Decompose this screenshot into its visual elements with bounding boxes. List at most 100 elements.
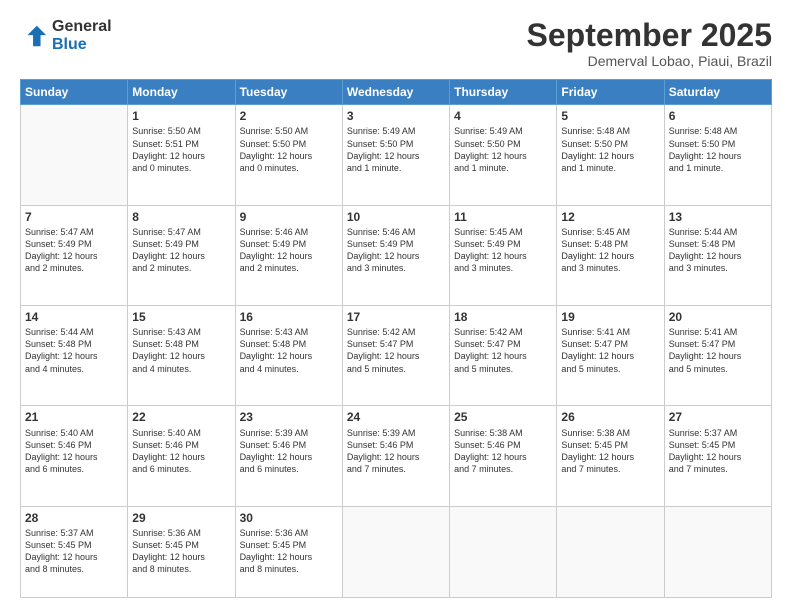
col-saturday: Saturday <box>664 80 771 105</box>
day-number: 25 <box>454 409 552 425</box>
calendar-week-4: 28Sunrise: 5:37 AMSunset: 5:45 PMDayligh… <box>21 506 772 597</box>
calendar-cell: 25 Sunrise: 5:38 AMSunset: 5:46 PMDayligh… <box>450 406 557 506</box>
day-number: 17 <box>347 309 445 325</box>
col-sunday: Sunday <box>21 80 128 105</box>
calendar-cell: 9Sunrise: 5:46 AMSunset: 5:49 PMDaylight… <box>235 205 342 305</box>
day-number: 14 <box>25 309 123 325</box>
cell-info: Sunrise: 5:50 AMSunset: 5:50 PMDaylight:… <box>240 125 338 174</box>
calendar-cell: 8Sunrise: 5:47 AMSunset: 5:49 PMDaylight… <box>128 205 235 305</box>
calendar-cell: 15Sunrise: 5:43 AMSunset: 5:48 PMDayligh… <box>128 305 235 405</box>
col-tuesday: Tuesday <box>235 80 342 105</box>
calendar-cell: 29Sunrise: 5:36 AMSunset: 5:45 PMDayligh… <box>128 506 235 597</box>
page: General Blue September 2025 Demerval Lob… <box>0 0 792 612</box>
logo-blue-text: Blue <box>52 36 112 54</box>
calendar-body: 1Sunrise: 5:50 AMSunset: 5:51 PMDaylight… <box>21 105 772 598</box>
cell-info: Sunrise: 5:37 AMSunset: 5:45 PMDaylight:… <box>669 427 767 476</box>
cell-info: Sunrise: 5:47 AMSunset: 5:49 PMDaylight:… <box>132 226 230 275</box>
calendar-cell: 23 Sunrise: 5:39 AMSunset: 5:46 PMDayligh… <box>235 406 342 506</box>
cell-info: Sunrise: 5:45 AMSunset: 5:49 PMDaylight:… <box>454 226 552 275</box>
cell-info: Sunrise: 5:43 AMSunset: 5:48 PMDaylight:… <box>132 326 230 375</box>
calendar-cell: 26 Sunrise: 5:38 AMSunset: 5:45 PMDayligh… <box>557 406 664 506</box>
title-section: September 2025 Demerval Lobao, Piaui, Br… <box>527 18 772 69</box>
calendar-cell: 20Sunrise: 5:41 AMSunset: 5:47 PMDayligh… <box>664 305 771 405</box>
calendar-cell: 27 Sunrise: 5:37 AMSunset: 5:45 PMDayligh… <box>664 406 771 506</box>
day-number: 6 <box>669 108 767 124</box>
day-number: 21 <box>25 409 123 425</box>
calendar-cell <box>342 506 449 597</box>
day-number: 22 <box>132 409 230 425</box>
col-friday: Friday <box>557 80 664 105</box>
cell-info: Sunrise: 5:49 AMSunset: 5:50 PMDaylight:… <box>454 125 552 174</box>
cell-info: Sunrise: 5:37 AMSunset: 5:45 PMDaylight:… <box>25 527 123 576</box>
calendar-cell: 24 Sunrise: 5:39 AMSunset: 5:46 PMDayligh… <box>342 406 449 506</box>
calendar-cell: 1Sunrise: 5:50 AMSunset: 5:51 PMDaylight… <box>128 105 235 205</box>
calendar-cell: 17Sunrise: 5:42 AMSunset: 5:47 PMDayligh… <box>342 305 449 405</box>
month-title: September 2025 <box>527 18 772 53</box>
calendar-cell: 21Sunrise: 5:40 AMSunset: 5:46 PMDayligh… <box>21 406 128 506</box>
day-number: 3 <box>347 108 445 124</box>
day-number: 4 <box>454 108 552 124</box>
header: General Blue September 2025 Demerval Lob… <box>20 18 772 69</box>
day-number: 20 <box>669 309 767 325</box>
cell-info: Sunrise: 5:49 AMSunset: 5:50 PMDaylight:… <box>347 125 445 174</box>
cell-info: Sunrise: 5:43 AMSunset: 5:48 PMDaylight:… <box>240 326 338 375</box>
day-number: 9 <box>240 209 338 225</box>
cell-info: Sunrise: 5:42 AMSunset: 5:47 PMDaylight:… <box>454 326 552 375</box>
day-number: 10 <box>347 209 445 225</box>
day-number: 13 <box>669 209 767 225</box>
cell-info: Sunrise: 5:47 AMSunset: 5:49 PMDaylight:… <box>25 226 123 275</box>
calendar-cell: 12Sunrise: 5:45 AMSunset: 5:48 PMDayligh… <box>557 205 664 305</box>
day-number: 18 <box>454 309 552 325</box>
cell-info: Sunrise: 5:36 AMSunset: 5:45 PMDaylight:… <box>240 527 338 576</box>
day-number: 1 <box>132 108 230 124</box>
day-number: 11 <box>454 209 552 225</box>
day-number: 28 <box>25 510 123 526</box>
col-thursday: Thursday <box>450 80 557 105</box>
calendar-header-row: Sunday Monday Tuesday Wednesday Thursday… <box>21 80 772 105</box>
calendar-cell: 16Sunrise: 5:43 AMSunset: 5:48 PMDayligh… <box>235 305 342 405</box>
day-number: 2 <box>240 108 338 124</box>
day-number: 15 <box>132 309 230 325</box>
col-monday: Monday <box>128 80 235 105</box>
col-wednesday: Wednesday <box>342 80 449 105</box>
cell-info: Sunrise: 5:39 AMSunset: 5:46 PMDaylight:… <box>240 427 338 476</box>
calendar-cell: 18Sunrise: 5:42 AMSunset: 5:47 PMDayligh… <box>450 305 557 405</box>
cell-info: Sunrise: 5:36 AMSunset: 5:45 PMDaylight:… <box>132 527 230 576</box>
calendar-cell: 22Sunrise: 5:40 AMSunset: 5:46 PMDayligh… <box>128 406 235 506</box>
day-number: 30 <box>240 510 338 526</box>
calendar-cell: 28Sunrise: 5:37 AMSunset: 5:45 PMDayligh… <box>21 506 128 597</box>
subtitle: Demerval Lobao, Piaui, Brazil <box>527 53 772 69</box>
logo: General Blue <box>20 18 112 53</box>
cell-info: Sunrise: 5:42 AMSunset: 5:47 PMDaylight:… <box>347 326 445 375</box>
cell-info: Sunrise: 5:44 AMSunset: 5:48 PMDaylight:… <box>669 226 767 275</box>
logo-icon <box>20 22 48 50</box>
day-number: 27 <box>669 409 767 425</box>
cell-info: Sunrise: 5:38 AMSunset: 5:46 PMDaylight:… <box>454 427 552 476</box>
calendar-week-0: 1Sunrise: 5:50 AMSunset: 5:51 PMDaylight… <box>21 105 772 205</box>
calendar-week-3: 21Sunrise: 5:40 AMSunset: 5:46 PMDayligh… <box>21 406 772 506</box>
cell-info: Sunrise: 5:41 AMSunset: 5:47 PMDaylight:… <box>669 326 767 375</box>
cell-info: Sunrise: 5:44 AMSunset: 5:48 PMDaylight:… <box>25 326 123 375</box>
day-number: 24 <box>347 409 445 425</box>
calendar-cell <box>557 506 664 597</box>
logo-general-text: General <box>52 18 112 36</box>
day-number: 23 <box>240 409 338 425</box>
cell-info: Sunrise: 5:50 AMSunset: 5:51 PMDaylight:… <box>132 125 230 174</box>
calendar-cell: 6Sunrise: 5:48 AMSunset: 5:50 PMDaylight… <box>664 105 771 205</box>
logo-text: General Blue <box>52 18 112 53</box>
cell-info: Sunrise: 5:38 AMSunset: 5:45 PMDaylight:… <box>561 427 659 476</box>
day-number: 26 <box>561 409 659 425</box>
day-number: 5 <box>561 108 659 124</box>
calendar-cell: 10Sunrise: 5:46 AMSunset: 5:49 PMDayligh… <box>342 205 449 305</box>
day-number: 19 <box>561 309 659 325</box>
calendar-cell: 7Sunrise: 5:47 AMSunset: 5:49 PMDaylight… <box>21 205 128 305</box>
cell-info: Sunrise: 5:46 AMSunset: 5:49 PMDaylight:… <box>240 226 338 275</box>
cell-info: Sunrise: 5:39 AMSunset: 5:46 PMDaylight:… <box>347 427 445 476</box>
calendar-cell <box>21 105 128 205</box>
cell-info: Sunrise: 5:48 AMSunset: 5:50 PMDaylight:… <box>669 125 767 174</box>
calendar-cell: 30Sunrise: 5:36 AMSunset: 5:45 PMDayligh… <box>235 506 342 597</box>
calendar-cell: 13Sunrise: 5:44 AMSunset: 5:48 PMDayligh… <box>664 205 771 305</box>
calendar-cell <box>450 506 557 597</box>
day-number: 7 <box>25 209 123 225</box>
day-number: 16 <box>240 309 338 325</box>
